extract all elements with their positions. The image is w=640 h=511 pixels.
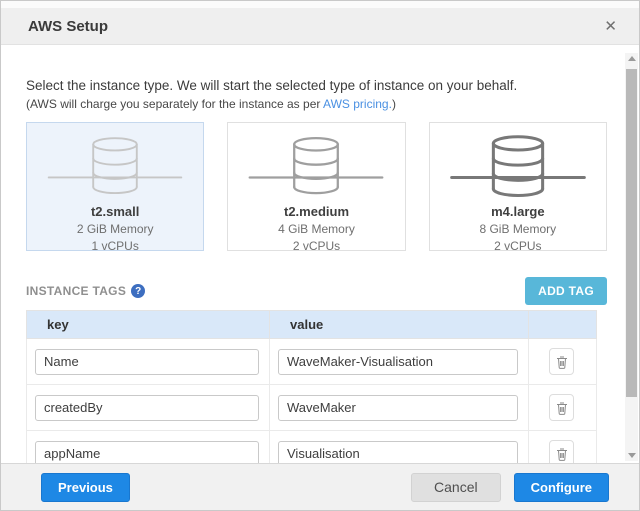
help-icon[interactable]: ? [131,284,145,298]
vertical-scrollbar[interactable] [625,53,638,461]
table-row [27,431,597,464]
database-icon [35,132,195,204]
instance-tags-label: INSTANCE TAGS [26,284,126,298]
close-icon[interactable]: ✕ [602,17,619,36]
trash-icon [556,355,568,369]
instance-card-t2medium[interactable]: t2.medium 4 GiB Memory 2 vCPUs [227,122,405,251]
instance-card-t2small[interactable]: t2.small 2 GiB Memory 1 vCPUs [26,122,204,251]
column-header-actions [529,311,597,339]
instance-type-cards: t2.small 2 GiB Memory 1 vCPUs [26,122,607,251]
tag-key-input[interactable] [35,395,259,421]
aws-setup-dialog: AWS Setup ✕ Select the instance type. We… [0,0,640,511]
table-header-row: key value [27,311,597,339]
delete-tag-button[interactable] [549,440,574,463]
tag-value-input[interactable] [278,349,518,375]
instance-name: m4.large [430,204,606,220]
instance-memory: 2 GiB Memory [27,221,203,237]
dialog-title: AWS Setup [28,18,108,35]
tag-key-input[interactable] [35,349,259,375]
scrollbar-up-arrow-icon[interactable] [628,56,636,61]
dialog-top-strip [1,1,639,8]
column-header-key: key [27,311,270,339]
scrollbar-down-arrow-icon[interactable] [628,453,636,458]
instance-cpus: 2 vCPUs [228,238,404,254]
tag-value-input[interactable] [278,395,518,421]
scrollbar-thumb[interactable] [626,69,637,397]
instance-name: t2.small [27,204,203,220]
instance-cpus: 1 vCPUs [27,238,203,254]
table-row [27,339,597,385]
instance-name: t2.medium [228,204,404,220]
trash-icon [556,447,568,461]
delete-tag-button[interactable] [549,348,574,375]
column-header-value: value [270,311,529,339]
dialog-header: AWS Setup ✕ [1,8,639,45]
instance-memory: 8 GiB Memory [430,221,606,237]
pricing-note: (AWS will charge you separately for the … [26,96,607,112]
database-icon [438,132,598,204]
cancel-button[interactable]: Cancel [411,473,501,502]
instance-tags-bar: INSTANCE TAGS ? ADD TAG [26,277,607,305]
intro-text: Select the instance type. We will start … [26,77,607,94]
instance-tags-table: key value [26,310,597,463]
add-tag-button[interactable]: ADD TAG [525,277,607,305]
aws-pricing-link[interactable]: AWS pricing. [323,97,392,111]
previous-button[interactable]: Previous [41,473,130,502]
delete-tag-button[interactable] [549,394,574,421]
configure-button[interactable]: Configure [514,473,609,502]
dialog-body: Select the instance type. We will start … [1,45,639,463]
pricing-note-suffix: ) [392,97,396,111]
instance-card-m4large[interactable]: m4.large 8 GiB Memory 2 vCPUs [429,122,607,251]
tag-key-input[interactable] [35,441,259,464]
instance-cpus: 2 vCPUs [430,238,606,254]
dialog-footer: Previous Cancel Configure [1,463,639,510]
pricing-note-prefix: (AWS will charge you separately for the … [26,97,323,111]
dialog-content: Select the instance type. We will start … [1,45,639,463]
database-icon [236,132,396,204]
table-row [27,385,597,431]
trash-icon [556,401,568,415]
instance-memory: 4 GiB Memory [228,221,404,237]
tag-value-input[interactable] [278,441,518,464]
